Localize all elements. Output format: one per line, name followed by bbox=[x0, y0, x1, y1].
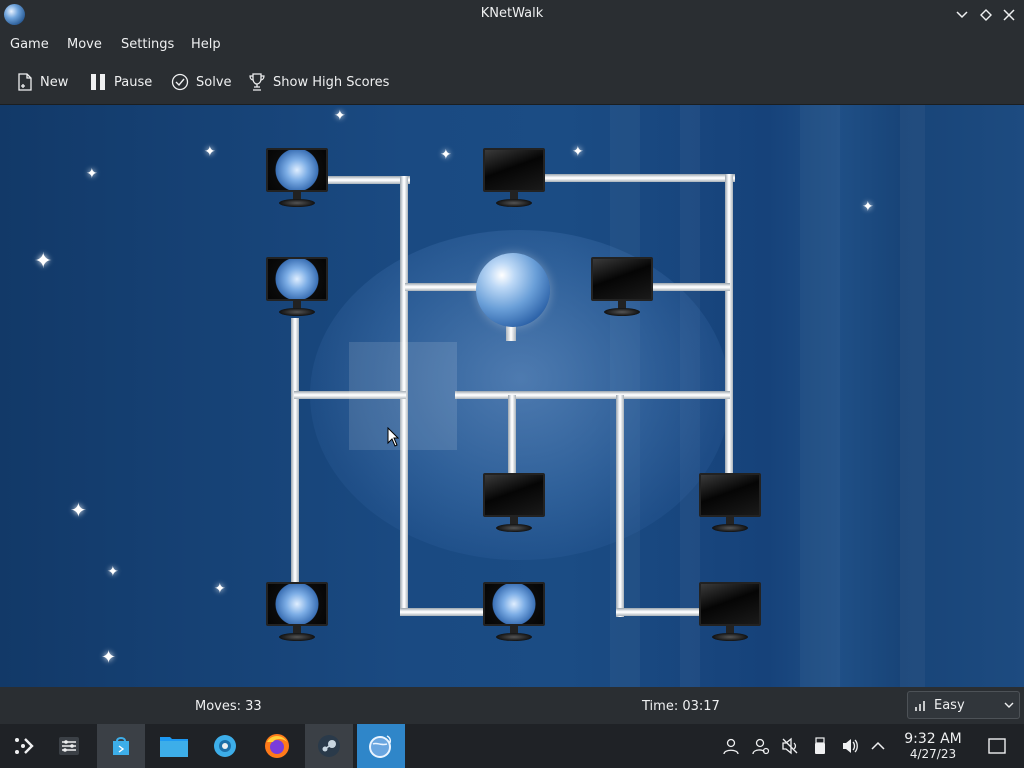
pause-label: Pause bbox=[114, 74, 153, 90]
user-switch-icon[interactable] bbox=[751, 736, 771, 756]
server-globe-icon[interactable] bbox=[476, 253, 550, 327]
game-board[interactable]: ✦ ✦ ✦ ✦ ✦ ✦ ✦ ✦ ✦ ✦ ✦ bbox=[0, 105, 1024, 687]
background-stripe bbox=[800, 105, 840, 687]
new-label: New bbox=[40, 74, 69, 90]
solve-button[interactable]: Solve bbox=[171, 71, 232, 93]
minimize-icon[interactable] bbox=[952, 5, 972, 25]
network-cable bbox=[455, 391, 730, 399]
close-icon[interactable] bbox=[999, 5, 1019, 25]
volume-icon[interactable] bbox=[840, 736, 860, 756]
user-icon[interactable] bbox=[721, 736, 741, 756]
terminal-connected[interactable] bbox=[266, 148, 328, 212]
steam-icon[interactable] bbox=[305, 724, 353, 768]
trophy-icon bbox=[249, 73, 265, 91]
network-cable bbox=[725, 174, 733, 474]
file-manager-icon[interactable] bbox=[150, 724, 198, 768]
launcher-icon[interactable] bbox=[0, 724, 48, 768]
chevron-down-icon bbox=[1004, 702, 1014, 708]
network-cable bbox=[508, 395, 516, 475]
expand-tray-icon[interactable] bbox=[868, 736, 888, 756]
star-decoration: ✦ bbox=[214, 581, 226, 597]
show-high-scores-label: Show High Scores bbox=[273, 74, 390, 90]
star-decoration: ✦ bbox=[440, 147, 452, 163]
discover-store-icon[interactable] bbox=[97, 724, 145, 768]
star-decoration: ✦ bbox=[86, 166, 98, 182]
star-decoration: ✦ bbox=[334, 108, 346, 124]
window-title: KNetWalk bbox=[480, 6, 544, 21]
network-cable bbox=[616, 608, 702, 616]
network-cable bbox=[543, 174, 735, 182]
terminal-connected[interactable] bbox=[266, 582, 328, 646]
status-bar: Moves: 33 Time: 03:17 Easy bbox=[0, 687, 1024, 725]
network-cable bbox=[400, 608, 485, 616]
solve-label: Solve bbox=[196, 74, 232, 90]
terminal-disconnected[interactable] bbox=[591, 257, 653, 321]
checkmark-icon bbox=[171, 73, 189, 91]
difficulty-bars-icon bbox=[915, 701, 925, 711]
network-cable bbox=[291, 318, 299, 583]
difficulty-label: Easy bbox=[934, 698, 965, 713]
pause-button[interactable]: Pause bbox=[90, 71, 152, 93]
background-stripe bbox=[900, 105, 925, 687]
star-decoration: ✦ bbox=[572, 144, 584, 160]
time-counter: Time: 03:17 bbox=[642, 699, 720, 714]
system-settings-icon[interactable] bbox=[201, 724, 249, 768]
star-decoration: ✦ bbox=[101, 647, 117, 668]
volume-muted-icon[interactable] bbox=[780, 736, 800, 756]
network-cable bbox=[652, 283, 730, 291]
clock-date[interactable]: 4/27/23 bbox=[898, 747, 968, 761]
menu-game[interactable]: Game bbox=[10, 37, 49, 52]
terminal-disconnected[interactable] bbox=[699, 473, 761, 537]
new-button[interactable]: New bbox=[17, 71, 68, 93]
moves-counter: Moves: 33 bbox=[195, 699, 262, 714]
star-decoration: ✦ bbox=[862, 199, 874, 215]
terminal-connected[interactable] bbox=[483, 582, 545, 646]
network-cable bbox=[616, 395, 624, 617]
settings-sliders-icon[interactable] bbox=[45, 724, 93, 768]
difficulty-select[interactable]: Easy bbox=[907, 691, 1020, 719]
title-bar: KNetWalk bbox=[0, 0, 1024, 30]
firefox-icon[interactable] bbox=[253, 724, 301, 768]
mouse-cursor-icon bbox=[387, 426, 400, 451]
cell-hover-highlight bbox=[349, 342, 457, 450]
terminal-disconnected[interactable] bbox=[483, 473, 545, 537]
clock-time[interactable]: 9:32 AM bbox=[898, 731, 968, 747]
show-desktop-icon[interactable] bbox=[987, 736, 1007, 756]
menu-help[interactable]: Help bbox=[191, 37, 221, 52]
knetwalk-icon[interactable] bbox=[357, 724, 405, 768]
usb-drive-icon[interactable] bbox=[810, 736, 830, 756]
menu-bar: Game Move Settings Help bbox=[0, 30, 1024, 59]
menu-settings[interactable]: Settings bbox=[121, 37, 174, 52]
network-cable bbox=[405, 283, 480, 291]
star-decoration: ✦ bbox=[107, 564, 119, 580]
star-decoration: ✦ bbox=[34, 249, 53, 274]
taskbar bbox=[0, 724, 1024, 768]
network-cable bbox=[326, 176, 410, 184]
pause-icon bbox=[91, 74, 105, 90]
star-decoration: ✦ bbox=[70, 498, 87, 522]
show-high-scores-button[interactable]: Show High Scores bbox=[248, 71, 389, 93]
new-document-icon bbox=[18, 73, 32, 91]
maximize-icon[interactable] bbox=[976, 5, 996, 25]
toolbar: New Pause Solve Show High Scores bbox=[0, 59, 1024, 105]
terminal-connected[interactable] bbox=[266, 257, 328, 321]
menu-move[interactable]: Move bbox=[67, 37, 102, 52]
star-decoration: ✦ bbox=[204, 144, 216, 160]
terminal-disconnected[interactable] bbox=[483, 148, 545, 212]
terminal-disconnected[interactable] bbox=[699, 582, 761, 646]
